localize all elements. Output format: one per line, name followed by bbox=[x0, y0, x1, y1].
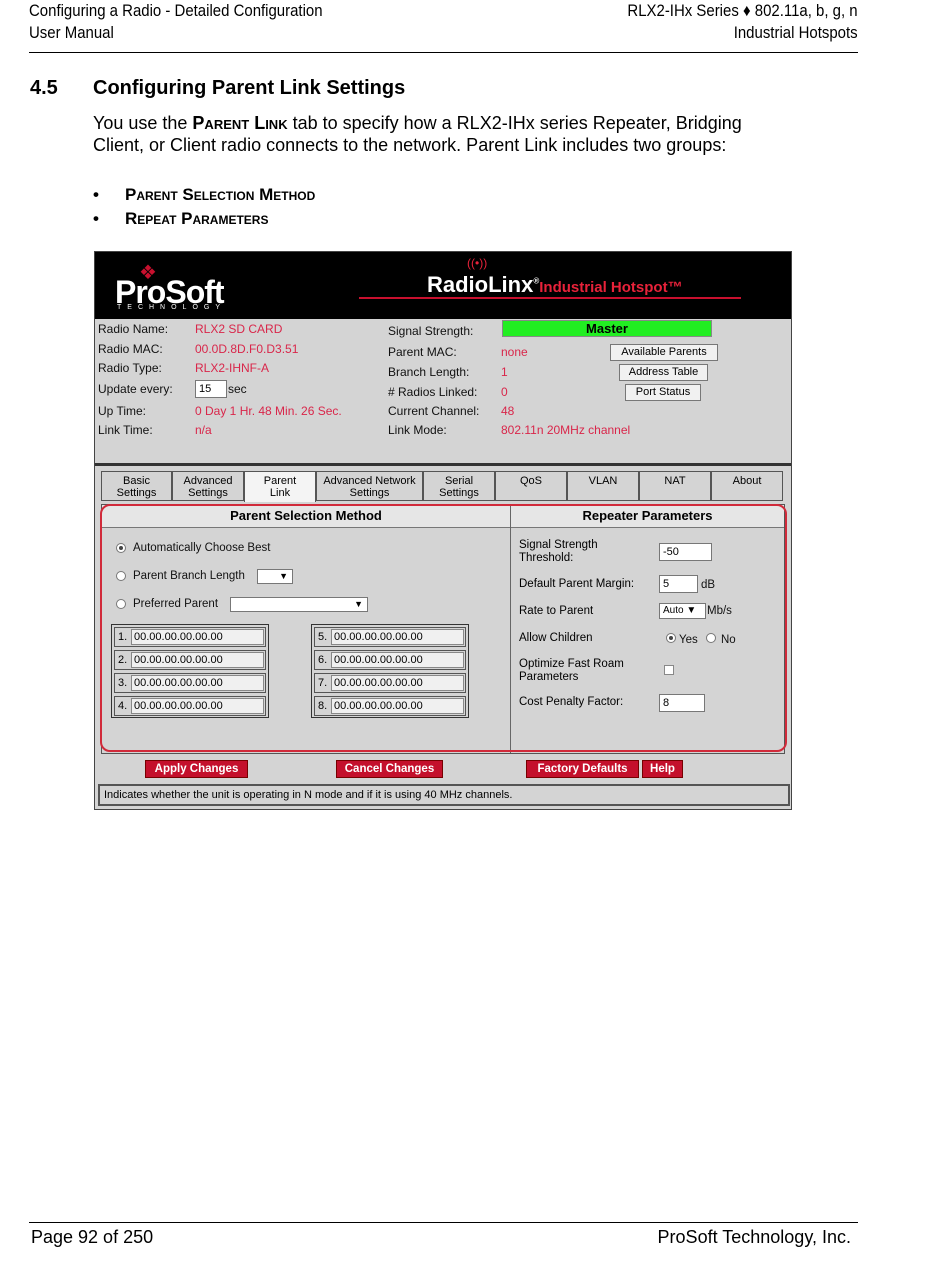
radio-mac-value: 00.0D.8D.F0.D3.51 bbox=[195, 342, 299, 356]
tab-label-line2: Settings bbox=[439, 487, 479, 499]
up-time-value: 0 Day 1 Hr. 48 Min. 26 Sec. bbox=[195, 404, 342, 418]
header-chapter: Configuring a Radio - Detailed Configura… bbox=[29, 1, 323, 20]
radiolinx-logo: RadioLinx®Industrial Hotspot™ bbox=[427, 272, 683, 297]
apply-changes-button[interactable]: Apply Changes bbox=[145, 760, 248, 778]
bullet-text: Repeat Parameters bbox=[125, 209, 269, 228]
tab-label-line1: NAT bbox=[664, 475, 686, 487]
tab-vlan[interactable]: VLAN bbox=[567, 471, 639, 501]
tab-label-line2: Settings bbox=[349, 487, 390, 499]
available-parents-button[interactable]: Available Parents bbox=[610, 344, 718, 361]
address-table-button[interactable]: Address Table bbox=[619, 364, 708, 381]
help-button[interactable]: Help bbox=[642, 760, 683, 778]
link-mode-value: 802.11n 20MHz channel bbox=[501, 423, 631, 437]
wireless-signal-icon: ((•)) bbox=[467, 256, 488, 270]
link-time-value: n/a bbox=[195, 423, 212, 437]
signal-strength-label: Signal Strength: bbox=[388, 324, 474, 338]
section-number: 4.5 bbox=[30, 77, 58, 99]
tab-label-line1: Parent bbox=[263, 475, 297, 487]
header-product-sub: Industrial Hotspots bbox=[734, 23, 858, 42]
tab-label-line2: Link bbox=[269, 487, 291, 499]
status-bar: Indicates whether the unit is operating … bbox=[98, 784, 790, 806]
branch-length-label: Branch Length: bbox=[388, 365, 470, 379]
factory-defaults-button[interactable]: Factory Defaults bbox=[526, 760, 639, 778]
tab-label-line1: QoS bbox=[519, 475, 542, 487]
tab-serial-settings[interactable]: Serial Settings bbox=[423, 471, 495, 501]
tab-nat[interactable]: NAT bbox=[639, 471, 711, 501]
header-product: RLX2-IHx Series ♦ 802.11a, b, g, n bbox=[627, 1, 858, 20]
brand-banner: ❖ ProSoft TECHNOLOGY ((•)) RadioLinx®Ind… bbox=[95, 252, 791, 319]
current-channel-value: 48 bbox=[501, 404, 515, 418]
tab-label-line1: Advanced Network bbox=[323, 475, 416, 487]
intro-text-1: You use the bbox=[93, 113, 193, 133]
branch-length-value: 1 bbox=[501, 365, 508, 379]
parent-mac-value: none bbox=[501, 345, 528, 359]
tab-label-line1: VLAN bbox=[588, 475, 618, 487]
tab-basic-settings[interactable]: Basic Settings bbox=[101, 471, 172, 501]
update-unit: sec bbox=[228, 382, 247, 396]
header-doc-type: User Manual bbox=[29, 23, 114, 42]
current-channel-label: Current Channel: bbox=[388, 404, 480, 418]
up-time-label: Up Time: bbox=[98, 404, 147, 418]
page-number: Page 92 of 250 bbox=[31, 1227, 154, 1247]
port-status-button[interactable]: Port Status bbox=[625, 384, 701, 401]
tab-label-line2: Settings bbox=[116, 487, 157, 499]
highlight-outline bbox=[100, 504, 787, 752]
radio-mac-label: Radio MAC: bbox=[98, 342, 163, 356]
link-mode-label: Link Mode: bbox=[388, 423, 447, 437]
tab-about[interactable]: About bbox=[711, 471, 783, 501]
tab-label-line1: Basic bbox=[123, 475, 150, 487]
tab-label-line1: About bbox=[732, 475, 762, 487]
product-tagline: Industrial Hotspot™ bbox=[539, 279, 683, 296]
prosoft-logo-subtitle: TECHNOLOGY bbox=[117, 304, 227, 311]
tab-label-line1: Serial bbox=[444, 475, 474, 487]
banner-divider bbox=[359, 297, 741, 299]
status-divider bbox=[95, 463, 791, 466]
radio-type-label: Radio Type: bbox=[98, 361, 162, 375]
bullet-icon: • bbox=[93, 185, 99, 204]
tab-advanced-network-settings[interactable]: Advanced Network Settings bbox=[316, 471, 423, 501]
signal-strength-bar: Master bbox=[502, 320, 712, 337]
tab-qos[interactable]: QoS bbox=[495, 471, 567, 501]
tab-label-line1: Advanced bbox=[183, 475, 233, 487]
tab-advanced-settings[interactable]: Advanced Settings bbox=[172, 471, 244, 501]
radio-name-label: Radio Name: bbox=[98, 322, 169, 336]
radios-linked-value: 0 bbox=[501, 385, 508, 399]
cancel-changes-button[interactable]: Cancel Changes bbox=[336, 760, 443, 778]
header-right: RLX2-IHx Series ♦ 802.11a, b, g, n Indus… bbox=[628, 0, 858, 44]
tab-label-line2: Settings bbox=[188, 487, 228, 499]
link-time-label: Link Time: bbox=[98, 423, 153, 437]
parent-mac-label: Parent MAC: bbox=[388, 345, 457, 359]
intro-paragraph: You use the Parent Link tab to specify h… bbox=[93, 112, 793, 156]
intro-emphasis: Parent Link bbox=[192, 113, 288, 133]
bullet-text: Parent Selection Method bbox=[125, 185, 316, 204]
radios-linked-label: # Radios Linked: bbox=[388, 385, 478, 399]
header-left: Configuring a Radio - Detailed Configura… bbox=[29, 0, 323, 44]
product-name: RadioLinx bbox=[427, 272, 534, 297]
update-interval-input[interactable]: 15 bbox=[195, 380, 227, 398]
radio-type-value: RLX2-IHNF-A bbox=[195, 361, 270, 375]
footer-company: ProSoft Technology, Inc. bbox=[657, 1227, 851, 1247]
bullet-icon: • bbox=[93, 209, 99, 228]
radio-name-value: RLX2 SD CARD bbox=[195, 322, 283, 336]
page-footer: Page 92 of 250 ProSoft Technology, Inc. bbox=[29, 1222, 858, 1247]
section-title: Configuring Parent Link Settings bbox=[93, 77, 406, 99]
page-header: Configuring a Radio - Detailed Configura… bbox=[29, 0, 858, 53]
tab-parent-link[interactable]: Parent Link bbox=[244, 471, 316, 502]
configuration-screenshot: ❖ ProSoft TECHNOLOGY ((•)) RadioLinx®Ind… bbox=[94, 251, 792, 810]
update-every-label: Update every: bbox=[98, 382, 173, 396]
